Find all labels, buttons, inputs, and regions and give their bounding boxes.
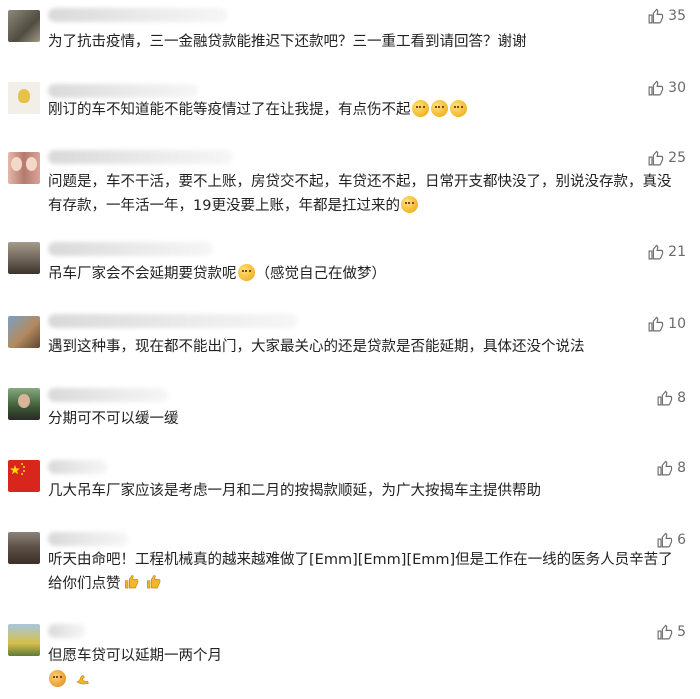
smiley-face-icon (400, 196, 418, 213)
comment-item: 8 几大吊车厂家应该是考虑一月和二月的按揭款顺延，为广大按揭车主提供帮助 (0, 456, 700, 512)
thumbs-up-emoji-icon (124, 574, 138, 589)
username-blurred[interactable] (48, 242, 213, 256)
flag-icon (10, 463, 25, 475)
like-count: 6 (677, 532, 686, 548)
comment-text: 吊车厂家会不会延期要贷款呢 （感觉自己在做梦） (48, 262, 682, 286)
comment-item: 10 遇到这种事，现在都不能出门，大家最关心的还是贷款是否能延期，具体还没个说法 (0, 312, 700, 368)
avatar[interactable] (8, 460, 40, 492)
comment-item: 5 但愿车贷可以延期一两个月 (0, 618, 700, 698)
like-button[interactable]: 35 (647, 6, 686, 26)
like-count: 35 (668, 8, 686, 24)
thumbs-up-icon (657, 532, 673, 547)
like-button[interactable]: 30 (647, 78, 686, 98)
like-button[interactable]: 8 (656, 458, 686, 478)
strong-arm-emoji-icon (75, 674, 89, 685)
like-button[interactable]: 8 (656, 388, 686, 408)
comment-text-body: 听天由命吧！工程机械真的越来越难做了[Emm][Emm][Emm]但是工作在一线… (48, 552, 673, 592)
thumbs-up-icon (648, 80, 664, 95)
comment-text: 刚订的车不知道能不能等疫情过了在让我提，有点伤不起 (48, 98, 682, 122)
avatar[interactable] (8, 152, 40, 184)
like-button[interactable]: 10 (647, 314, 686, 334)
username-blurred[interactable] (48, 314, 298, 328)
like-count: 10 (668, 316, 686, 332)
comment-text: 分期可不可以缓一缓 (48, 411, 179, 427)
comment-item: 6 听天由命吧！工程机械真的越来越难做了[Emm][Emm][Emm]但是工作在… (0, 528, 700, 598)
smiley-face-icon (411, 100, 429, 117)
avatar[interactable] (8, 316, 40, 348)
thumbs-up-icon (657, 390, 673, 405)
like-button[interactable]: 5 (656, 622, 686, 642)
comment-text: 为了抗击疫情，三一金融贷款能推迟下还款吧？三一重工看到请回答？谢谢 (48, 34, 527, 50)
thumbs-up-icon (648, 244, 664, 259)
username-blurred[interactable] (48, 460, 108, 474)
username-blurred[interactable] (48, 8, 228, 22)
thumbs-up-icon (648, 150, 664, 165)
comment-item: 35 为了抗击疫情，三一金融贷款能推迟下还款吧？三一重工看到请回答？谢谢 (0, 0, 700, 62)
like-count: 30 (668, 80, 686, 96)
avatar[interactable] (8, 82, 40, 114)
username-blurred[interactable] (48, 532, 128, 546)
username-blurred[interactable] (48, 84, 198, 98)
avatar[interactable] (8, 532, 40, 564)
avatar[interactable] (8, 10, 40, 42)
comment-text: 听天由命吧！工程机械真的越来越难做了[Emm][Emm][Emm]但是工作在一线… (48, 548, 682, 596)
like-count: 8 (677, 460, 686, 476)
comment-text: 但愿车贷可以延期一两个月 (48, 644, 682, 692)
like-count: 21 (668, 244, 686, 260)
thumbs-up-icon (648, 316, 664, 331)
like-count: 25 (668, 150, 686, 166)
comment-item: 8 分期可不可以缓一缓 (0, 384, 700, 434)
smiley-face-icon (449, 100, 467, 117)
avatar[interactable] (8, 624, 40, 656)
like-count: 5 (677, 624, 686, 640)
avatar-figure-icon (18, 89, 30, 103)
like-button[interactable]: 6 (656, 530, 686, 550)
comment-text-body: 刚订的车不知道能不能等疫情过了在让我提，有点伤不起 (48, 102, 411, 118)
comment-item: 30 刚订的车不知道能不能等疫情过了在让我提，有点伤不起 (0, 78, 700, 138)
comment-item: 21 吊车厂家会不会延期要贷款呢 （感觉自己在做梦） (0, 238, 700, 294)
avatar[interactable] (8, 242, 40, 274)
smiley-face-icon (237, 264, 255, 281)
comment-text-suffix: （感觉自己在做梦） (255, 266, 387, 282)
like-count: 8 (677, 390, 686, 406)
comment-text-body: 但愿车贷可以延期一两个月 (48, 648, 222, 664)
thumbs-up-emoji-icon (146, 574, 160, 589)
like-button[interactable]: 25 (647, 148, 686, 168)
comment-text: 遇到这种事，现在都不能出门，大家最关心的还是贷款是否能延期，具体还没个说法 (48, 339, 585, 355)
thumbs-up-icon (657, 460, 673, 475)
smiley-face-icon (430, 100, 448, 117)
avatar[interactable] (8, 388, 40, 420)
like-button[interactable]: 21 (647, 242, 686, 262)
comment-text: 几大吊车厂家应该是考虑一月和二月的按揭款顺延，为广大按揭车主提供帮助 (48, 483, 541, 499)
comment-text-body: 问题是，车不干活，要不上账，房贷交不起，车贷还不起，日常开支都快没了，别说没存款… (48, 174, 672, 214)
thumbs-up-icon (648, 8, 664, 23)
username-blurred[interactable] (48, 624, 86, 638)
username-blurred[interactable] (48, 150, 233, 164)
username-blurred[interactable] (48, 388, 168, 402)
comment-text-body: 吊车厂家会不会延期要贷款呢 (48, 266, 237, 282)
fist-emoji-icon (49, 670, 66, 687)
thumbs-up-icon (657, 624, 673, 639)
comment-item: 25 问题是，车不干活，要不上账，房贷交不起，车贷还不起，日常开支都快没了，别说… (0, 146, 700, 218)
comment-text: 问题是，车不干活，要不上账，房贷交不起，车贷还不起，日常开支都快没了，别说没存款… (48, 170, 682, 218)
